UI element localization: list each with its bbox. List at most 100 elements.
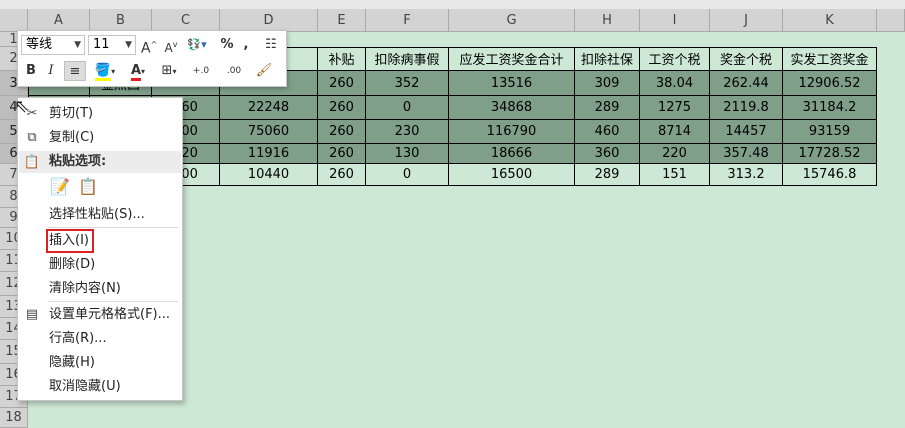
column-header-e[interactable]: E: [318, 9, 366, 32]
table-cell[interactable]: 260: [318, 144, 366, 164]
table-cell[interactable]: 22248: [220, 96, 318, 120]
table-cell[interactable]: 17728.52: [783, 144, 877, 164]
menu-item-paste-special[interactable]: 选择性粘贴(S)...: [18, 203, 180, 226]
format-painter-table-button[interactable]: ☷: [261, 35, 281, 55]
fill-color-button[interactable]: 🪣▾: [90, 61, 120, 81]
table-cell[interactable]: 130: [366, 144, 449, 164]
header-cell-g[interactable]: 应发工资奖金合计: [449, 47, 575, 71]
table-cell[interactable]: 16500: [449, 164, 575, 186]
decrease-decimal-button[interactable]: .00: [220, 61, 248, 81]
table-cell[interactable]: 289: [575, 164, 640, 186]
column-header-k[interactable]: K: [783, 9, 877, 32]
comma-style-button[interactable]: ,: [240, 35, 252, 55]
table-cell[interactable]: 75060: [220, 120, 318, 144]
table-cell[interactable]: 309: [575, 71, 640, 96]
table-cell[interactable]: 151: [640, 164, 710, 186]
font-size-select[interactable]: 11 ▼: [88, 35, 136, 55]
table-cell[interactable]: 260: [318, 164, 366, 186]
column-header-d[interactable]: D: [220, 9, 318, 32]
header-cell-k[interactable]: 实发工资奖金: [783, 47, 877, 71]
table-cell[interactable]: 14457: [710, 120, 783, 144]
menu-item-row-height[interactable]: 行高(R)...: [18, 327, 180, 350]
table-cell[interactable]: 2119.8: [710, 96, 783, 120]
column-header-f[interactable]: F: [366, 9, 449, 32]
column-header-b[interactable]: B: [90, 9, 152, 32]
menu-item-label: 设置单元格格式(F)...: [49, 307, 171, 322]
table-cell[interactable]: 360: [575, 144, 640, 164]
menu-item-delete[interactable]: 删除(D): [18, 253, 180, 276]
table-cell[interactable]: 11916: [220, 144, 318, 164]
select-all-corner[interactable]: [0, 9, 28, 32]
row-header-18[interactable]: 18: [0, 408, 28, 428]
menu-item-format-cells[interactable]: ▤ 设置单元格格式(F)...: [18, 303, 180, 326]
table-cell[interactable]: 357.48: [710, 144, 783, 164]
table-cell[interactable]: 31184.2: [783, 96, 877, 120]
table-cell[interactable]: 38.04: [640, 71, 710, 96]
table-cell[interactable]: 15746.8: [783, 164, 877, 186]
column-header-i[interactable]: I: [640, 9, 710, 32]
table-cell[interactable]: 0: [366, 164, 449, 186]
table-cell[interactable]: 8714: [640, 120, 710, 144]
chevron-down-icon: ▼: [74, 40, 81, 50]
column-header-h[interactable]: H: [575, 9, 640, 32]
header-cell-i[interactable]: 工资个税: [640, 47, 710, 71]
table-cell[interactable]: 313.2: [710, 164, 783, 186]
table-format-icon: ☷: [265, 37, 277, 52]
insert-highlight-box: [46, 229, 94, 253]
grow-font-button[interactable]: A^: [141, 35, 157, 57]
table-cell[interactable]: 460: [575, 120, 640, 144]
menu-item-unhide[interactable]: 取消隐藏(U): [18, 375, 180, 398]
paste-with-format-button[interactable]: 📝: [48, 175, 72, 199]
chevron-down-icon: ▼: [125, 40, 132, 50]
increase-decimal-button[interactable]: +.0: [187, 61, 215, 81]
paste-values-button[interactable]: 📋: [76, 175, 100, 199]
menu-item-copy[interactable]: ⧉ 复制(C): [18, 126, 180, 149]
context-menu: ✂ 剪切(T) ⧉ 复制(C) 粘贴选项: 📋 📝 📋 选择性粘贴(S)... …: [17, 97, 183, 401]
column-header-a[interactable]: A: [28, 9, 90, 32]
borders-button[interactable]: ⊞▾: [156, 61, 182, 81]
shrink-font-button[interactable]: Av: [163, 35, 179, 55]
column-header-c[interactable]: C: [152, 9, 220, 32]
table-cell[interactable]: 289: [575, 96, 640, 120]
table-cell[interactable]: 0: [366, 96, 449, 120]
table-cell[interactable]: 260: [318, 71, 366, 96]
table-cell[interactable]: 116790: [449, 120, 575, 144]
center-align-button[interactable]: ≡: [64, 61, 86, 81]
column-header-j[interactable]: J: [710, 9, 783, 32]
percent-style-button[interactable]: %: [219, 35, 235, 55]
menu-item-insert[interactable]: 插入(I): [18, 229, 180, 252]
font-color-button[interactable]: A▾: [123, 61, 153, 81]
chevron-down-icon: ▾: [111, 67, 116, 76]
bold-button[interactable]: B: [22, 61, 40, 81]
column-header-g[interactable]: G: [449, 9, 575, 32]
font-name-select[interactable]: 等线 ▼: [21, 35, 85, 55]
menu-item-clear-contents[interactable]: 清除内容(N): [18, 277, 180, 300]
header-cell-e[interactable]: 补贴: [318, 47, 366, 71]
table-cell[interactable]: 352: [366, 71, 449, 96]
table-cell[interactable]: 18666: [449, 144, 575, 164]
table-cell[interactable]: 34868: [449, 96, 575, 120]
menu-item-hide[interactable]: 隐藏(H): [18, 351, 180, 374]
align-center-icon: ≡: [69, 64, 81, 79]
table-cell[interactable]: 10440: [220, 164, 318, 186]
header-cell-j[interactable]: 奖金个税: [710, 47, 783, 71]
table-cell[interactable]: 12906.52: [783, 71, 877, 96]
table-cell[interactable]: 1275: [640, 96, 710, 120]
currency-format-button[interactable]: 💱▾: [184, 35, 210, 55]
menu-item-cut[interactable]: ✂ 剪切(T): [18, 102, 180, 125]
table-cell[interactable]: 220: [640, 144, 710, 164]
table-cell[interactable]: 13516: [449, 71, 575, 96]
italic-button[interactable]: I: [42, 61, 60, 81]
brush-icon: 🖌: [255, 63, 273, 78]
menu-item-label: 删除(D): [49, 257, 96, 272]
header-cell-f[interactable]: 扣除病事假: [366, 47, 449, 71]
table-cell[interactable]: 260: [318, 120, 366, 144]
table-cell[interactable]: 230: [366, 120, 449, 144]
borders-icon: ⊞: [161, 63, 173, 78]
table-cell[interactable]: 260: [318, 96, 366, 120]
paste-clipboard-icon: 📋: [78, 177, 98, 196]
table-cell[interactable]: 262.44: [710, 71, 783, 96]
format-painter-button[interactable]: 🖌: [252, 61, 276, 81]
header-cell-h[interactable]: 扣除社保: [575, 47, 640, 71]
table-cell[interactable]: 93159: [783, 120, 877, 144]
